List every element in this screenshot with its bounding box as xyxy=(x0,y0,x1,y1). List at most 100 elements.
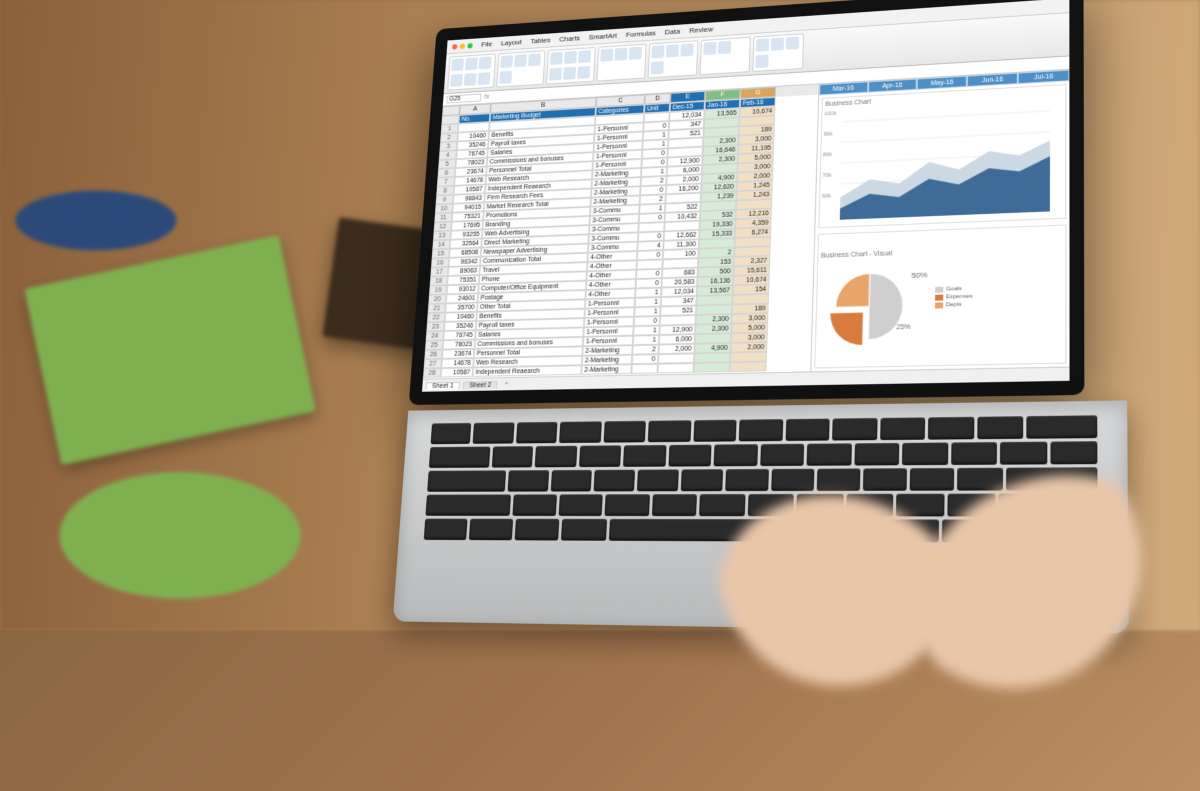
key[interactable] xyxy=(951,442,997,465)
menu-charts[interactable]: Charts xyxy=(559,34,580,43)
ribbon-button[interactable] xyxy=(465,57,478,70)
key[interactable] xyxy=(668,445,712,467)
ribbon-button[interactable] xyxy=(600,49,613,62)
key[interactable] xyxy=(681,469,724,491)
menu-file[interactable]: File xyxy=(481,40,493,49)
tab-mar[interactable]: Mar-16 xyxy=(819,81,868,95)
key[interactable] xyxy=(807,443,852,465)
key[interactable] xyxy=(699,494,745,516)
key[interactable] xyxy=(508,470,549,491)
ribbon-button[interactable] xyxy=(786,36,800,50)
cell-feb[interactable] xyxy=(730,362,767,372)
ribbon-button[interactable] xyxy=(718,41,731,54)
name-box[interactable]: G25 xyxy=(446,94,481,104)
key[interactable] xyxy=(910,468,955,491)
key[interactable] xyxy=(469,519,513,541)
ribbon-button[interactable] xyxy=(578,50,591,63)
sheet-tab-2[interactable]: Sheet 2 xyxy=(463,381,498,389)
key[interactable] xyxy=(604,494,649,516)
key[interactable] xyxy=(623,445,666,467)
key[interactable] xyxy=(785,419,830,441)
cell-unit[interactable]: 2 xyxy=(632,345,659,355)
key[interactable] xyxy=(726,469,769,491)
key[interactable] xyxy=(928,417,974,440)
key[interactable] xyxy=(771,469,814,491)
key[interactable] xyxy=(637,469,679,491)
cell-unit[interactable]: 0 xyxy=(632,354,659,364)
key[interactable] xyxy=(739,419,783,441)
key[interactable] xyxy=(473,422,515,443)
tab-jul[interactable]: Jul-16 xyxy=(1018,70,1069,84)
key[interactable] xyxy=(1000,442,1047,465)
key[interactable] xyxy=(558,494,603,516)
cell-jan[interactable] xyxy=(693,362,730,372)
menu-data[interactable]: Data xyxy=(665,27,681,36)
key[interactable] xyxy=(832,418,877,441)
ribbon-button[interactable] xyxy=(756,38,769,51)
key[interactable] xyxy=(604,421,647,443)
ribbon-button[interactable] xyxy=(629,47,642,60)
tab-may[interactable]: May-16 xyxy=(917,76,967,90)
key[interactable] xyxy=(550,470,591,492)
ribbon-button[interactable] xyxy=(771,37,785,51)
key[interactable] xyxy=(427,470,506,491)
key[interactable] xyxy=(863,468,907,491)
key[interactable] xyxy=(1050,441,1097,464)
ribbon-button[interactable] xyxy=(755,54,769,68)
key[interactable] xyxy=(535,446,577,468)
ribbon-button[interactable] xyxy=(614,48,627,61)
row-number[interactable]: 27 xyxy=(424,359,442,369)
menu-formulas[interactable]: Formulas xyxy=(626,29,656,39)
key[interactable] xyxy=(429,447,490,468)
ribbon-button[interactable] xyxy=(499,70,512,83)
row-number[interactable]: 22 xyxy=(427,313,445,323)
ribbon-button[interactable] xyxy=(451,58,464,71)
key[interactable] xyxy=(902,443,948,466)
row-number[interactable]: 23 xyxy=(426,322,444,332)
menu-review[interactable]: Review xyxy=(689,25,713,35)
sheet-tab-1[interactable]: Sheet 1 xyxy=(426,381,460,389)
key[interactable] xyxy=(760,444,804,466)
key[interactable] xyxy=(579,445,622,467)
ribbon-button[interactable] xyxy=(479,56,492,69)
key[interactable] xyxy=(561,519,606,541)
key[interactable] xyxy=(512,494,556,516)
key[interactable] xyxy=(880,417,926,440)
ribbon-button[interactable] xyxy=(549,67,562,80)
menu-tables[interactable]: Tables xyxy=(530,36,551,45)
ribbon-button[interactable] xyxy=(514,54,527,67)
data-rows[interactable]: 112,03413,56510,674210460Benefits1-Perso… xyxy=(423,104,818,379)
key[interactable] xyxy=(977,416,1023,439)
menu-layout[interactable]: Layout xyxy=(501,38,522,47)
ribbon-button[interactable] xyxy=(651,61,664,74)
key[interactable] xyxy=(515,519,560,541)
row-number[interactable]: 26 xyxy=(424,350,442,360)
key[interactable] xyxy=(516,422,558,444)
ribbon-button[interactable] xyxy=(528,53,541,66)
ribbon-button[interactable] xyxy=(680,43,693,56)
key[interactable] xyxy=(854,443,899,466)
key[interactable] xyxy=(559,421,601,443)
key[interactable] xyxy=(817,468,861,490)
key[interactable] xyxy=(693,420,737,442)
key[interactable] xyxy=(425,494,511,515)
ribbon-button[interactable] xyxy=(550,52,563,65)
cell-unit[interactable] xyxy=(631,364,658,374)
ribbon-button[interactable] xyxy=(478,72,491,85)
key[interactable] xyxy=(648,420,691,442)
ribbon-button[interactable] xyxy=(666,44,679,57)
key[interactable] xyxy=(714,444,758,466)
key[interactable] xyxy=(431,423,472,444)
ribbon-button[interactable] xyxy=(464,73,477,86)
ribbon-button[interactable] xyxy=(703,42,716,55)
row-number[interactable]: 25 xyxy=(425,340,443,350)
window-controls[interactable] xyxy=(452,43,473,50)
row-number[interactable]: 24 xyxy=(426,331,444,341)
key[interactable] xyxy=(1027,415,1098,438)
key[interactable] xyxy=(957,468,1002,491)
ribbon-button[interactable] xyxy=(651,45,664,58)
cell-category[interactable]: 2-Marketing xyxy=(581,364,632,375)
cell-dec[interactable] xyxy=(658,363,694,373)
ribbon-button[interactable] xyxy=(564,51,577,64)
key[interactable] xyxy=(593,470,635,492)
